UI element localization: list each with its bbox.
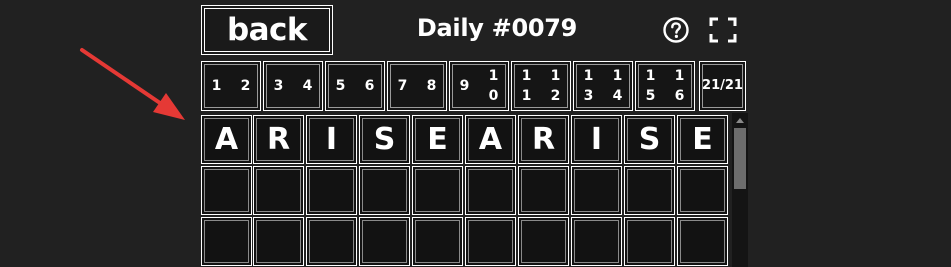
- question-circle-icon[interactable]: [662, 16, 690, 44]
- board-tab-digit: 6: [364, 78, 375, 94]
- board-tab-digit: 7: [397, 78, 408, 94]
- back-button-label: back: [226, 12, 308, 48]
- board-tab-number: 1: [212, 76, 222, 96]
- board-tab-number: 3: [274, 76, 284, 96]
- grid-cell-filled: E: [412, 115, 463, 164]
- grid-cell-filled: I: [306, 115, 357, 164]
- board-tab-digit: 1: [674, 68, 685, 84]
- scroll-thumb[interactable]: [734, 128, 746, 189]
- grid-cell-empty: [465, 166, 516, 215]
- board-tab-number: 13: [584, 66, 594, 106]
- board-tab-digit: 5: [645, 88, 656, 104]
- board-tab-number: 8: [427, 76, 437, 96]
- board-tab-digit: 8: [426, 78, 437, 94]
- board-tab-number: 7: [398, 76, 408, 96]
- board-tab-digit: 1: [521, 88, 532, 104]
- board-tab-number: 4: [303, 76, 313, 96]
- grid-cell-empty: [677, 217, 728, 266]
- board-tab-number: 6: [365, 76, 375, 96]
- fullscreen-icon[interactable]: [709, 17, 737, 43]
- board-tab-5[interactable]: 910: [449, 61, 509, 111]
- board-tab-number: 16: [675, 66, 685, 106]
- board-tab-1[interactable]: 12: [201, 61, 261, 111]
- page-title: Daily #0079: [416, 14, 578, 42]
- board-tab-digit: 3: [273, 78, 284, 94]
- board-tab-digit: 1: [583, 68, 594, 84]
- board-tab-6[interactable]: 1112: [511, 61, 571, 111]
- grid-cell-empty: [253, 166, 304, 215]
- board-tab-digit: 9: [459, 78, 470, 94]
- grid-cell-empty: [359, 217, 410, 266]
- grid-cell-filled: S: [359, 115, 410, 164]
- board-tab-digit: 1: [521, 68, 532, 84]
- board-tab-digit: 4: [612, 88, 623, 104]
- board-tab-digit: 1: [645, 68, 656, 84]
- board-tab-3[interactable]: 56: [325, 61, 385, 111]
- board-tab-number: 10: [489, 66, 499, 106]
- grid-cell-empty: [571, 166, 622, 215]
- board-tab-digit: 1: [211, 78, 222, 94]
- grid-cell-empty: [306, 217, 357, 266]
- scroll-up-arrow-icon[interactable]: [736, 118, 744, 123]
- grid-cell-empty: [412, 217, 463, 266]
- grid-cell-empty: [518, 217, 569, 266]
- grid-cell-filled: R: [518, 115, 569, 164]
- grid-cell-letter: E: [692, 122, 713, 157]
- grid-cell-letter: R: [531, 122, 556, 157]
- board-tab-digit: 6: [674, 88, 685, 104]
- board-tab-number: 2: [241, 76, 251, 96]
- board-tab-2[interactable]: 34: [263, 61, 323, 111]
- grid-cell-empty: [253, 217, 304, 266]
- board-tab-digit: 0: [488, 88, 499, 104]
- grid-cell-filled: A: [201, 115, 252, 164]
- grid-cell-empty: [412, 166, 463, 215]
- grid-cell-empty: [465, 217, 516, 266]
- grid-cell-letter: S: [373, 122, 396, 157]
- grid-cell-empty: [571, 217, 622, 266]
- grid-cell-letter: S: [638, 122, 661, 157]
- grid-cell-empty: [624, 166, 675, 215]
- grid-scrollbar[interactable]: [732, 113, 748, 267]
- board-tab-number: 15: [646, 66, 656, 106]
- board-tab-number: 5: [336, 76, 346, 96]
- grid-cell-empty: [677, 166, 728, 215]
- board-tab-digit: 1: [612, 68, 623, 84]
- board-tab-digit: 2: [550, 88, 561, 104]
- board-tab-digit: 3: [583, 88, 594, 104]
- grid-cell-letter: A: [214, 122, 239, 157]
- board-tab-digit: 4: [302, 78, 313, 94]
- board-tab-digit: 1: [550, 68, 561, 84]
- grid-cell-letter: E: [427, 122, 448, 157]
- grid-cell-letter: R: [266, 122, 291, 157]
- board-tab-4[interactable]: 78: [387, 61, 447, 111]
- grid-cell-empty: [518, 166, 569, 215]
- back-button[interactable]: back: [201, 5, 333, 55]
- grid-cell-filled: R: [253, 115, 304, 164]
- board-tab-number: 12: [551, 66, 561, 106]
- grid-cell-empty: [201, 217, 252, 266]
- board-tab-number: 9: [460, 76, 470, 96]
- grid-cell-filled: E: [677, 115, 728, 164]
- progress-counter: 21/21: [699, 61, 746, 111]
- board-tab-digit: 5: [335, 78, 346, 94]
- grid-cell-filled: A: [465, 115, 516, 164]
- grid-cell-letter: A: [478, 122, 503, 157]
- board-tab-digit: 1: [488, 68, 499, 84]
- grid-cell-empty: [306, 166, 357, 215]
- board-tab-8[interactable]: 1516: [635, 61, 695, 111]
- board-tab-number: 11: [522, 66, 532, 106]
- grid-cell-filled: I: [571, 115, 622, 164]
- grid-cell-letter: I: [590, 122, 603, 157]
- board-tab-7[interactable]: 1314: [573, 61, 633, 111]
- grid-cell-letter: I: [325, 122, 338, 157]
- grid-cell-filled: S: [624, 115, 675, 164]
- grid-cell-empty: [359, 166, 410, 215]
- grid-cell-empty: [201, 166, 252, 215]
- board-tab-number: 14: [613, 66, 623, 106]
- grid-cell-empty: [624, 217, 675, 266]
- progress-counter-label: 21/21: [702, 78, 743, 93]
- board-tab-digit: 2: [240, 78, 251, 94]
